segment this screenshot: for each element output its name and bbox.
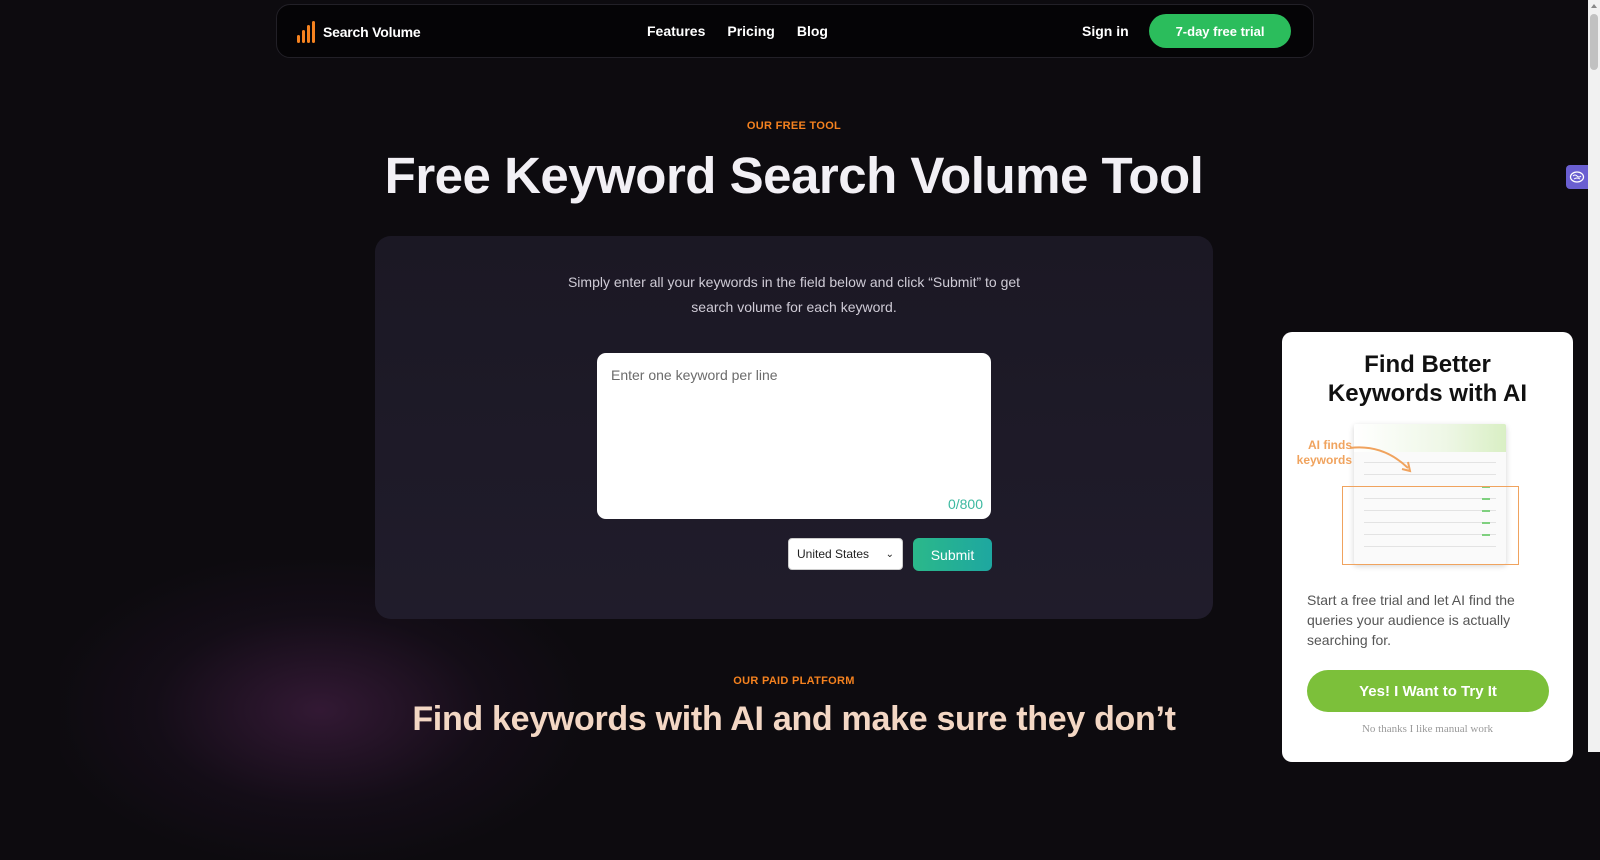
- submit-button[interactable]: Submit: [913, 538, 992, 571]
- character-counter: 0/800: [947, 496, 983, 512]
- logo-text: Search Volume: [323, 24, 421, 40]
- curved-arrow-icon: [1349, 446, 1412, 473]
- page-title: Free Keyword Search Volume Tool: [384, 147, 1204, 204]
- try-it-button[interactable]: Yes! I Want to Try It: [1307, 670, 1549, 712]
- scroll-up-arrow-icon[interactable]: [1591, 4, 1597, 8]
- logo[interactable]: Search Volume: [297, 21, 421, 43]
- country-select[interactable]: United States ⌄: [788, 538, 903, 570]
- nav-link-features[interactable]: Features: [647, 23, 705, 39]
- nav-link-pricing[interactable]: Pricing: [727, 23, 774, 39]
- free-trial-button[interactable]: 7-day free trial: [1149, 14, 1291, 48]
- hero-eyebrow: OUR FREE TOOL: [746, 120, 842, 132]
- tool-description-line-2: search volume for each keyword.: [691, 299, 897, 315]
- ai-finds-keywords-label: AI finds keywords: [1296, 438, 1352, 467]
- page-scrollbar[interactable]: [1588, 0, 1600, 752]
- popup-description: Start a free trial and let AI find the q…: [1307, 592, 1515, 648]
- bar-chart-logo-icon: [297, 21, 315, 43]
- chevron-down-icon: ⌄: [885, 548, 894, 560]
- keyword-tool-card: Simply enter all your keywords in the fi…: [375, 236, 1213, 619]
- popup-title-line-1: Find Better: [1364, 351, 1491, 378]
- country-select-value: United States: [797, 547, 870, 561]
- tool-description: Simply enter all your keywords in the fi…: [375, 270, 1213, 320]
- sign-in-link[interactable]: Sign in: [1082, 23, 1129, 39]
- keyword-input-wrapper: 0/800: [597, 353, 991, 519]
- scrollbar-thumb[interactable]: [1590, 14, 1598, 70]
- no-thanks-link[interactable]: No thanks I like manual work: [1282, 723, 1573, 735]
- popup-title: Find Better Keywords with AI: [1282, 350, 1573, 408]
- nav-links: Features Pricing Blog: [647, 23, 828, 39]
- top-navbar: Search Volume Features Pricing Blog Sign…: [276, 4, 1314, 58]
- keyword-textarea[interactable]: [597, 353, 991, 519]
- brain-icon: [1569, 171, 1585, 183]
- brain-widget-tab[interactable]: [1566, 165, 1588, 189]
- popup-title-line-2: Keywords with AI: [1327, 380, 1528, 407]
- ai-promo-popup: Find Better Keywords with AI AI finds ke…: [1282, 332, 1573, 762]
- highlight-box: [1342, 486, 1519, 565]
- tool-description-line-1: Simply enter all your keywords in the fi…: [567, 274, 1021, 290]
- nav-link-blog[interactable]: Blog: [797, 23, 828, 39]
